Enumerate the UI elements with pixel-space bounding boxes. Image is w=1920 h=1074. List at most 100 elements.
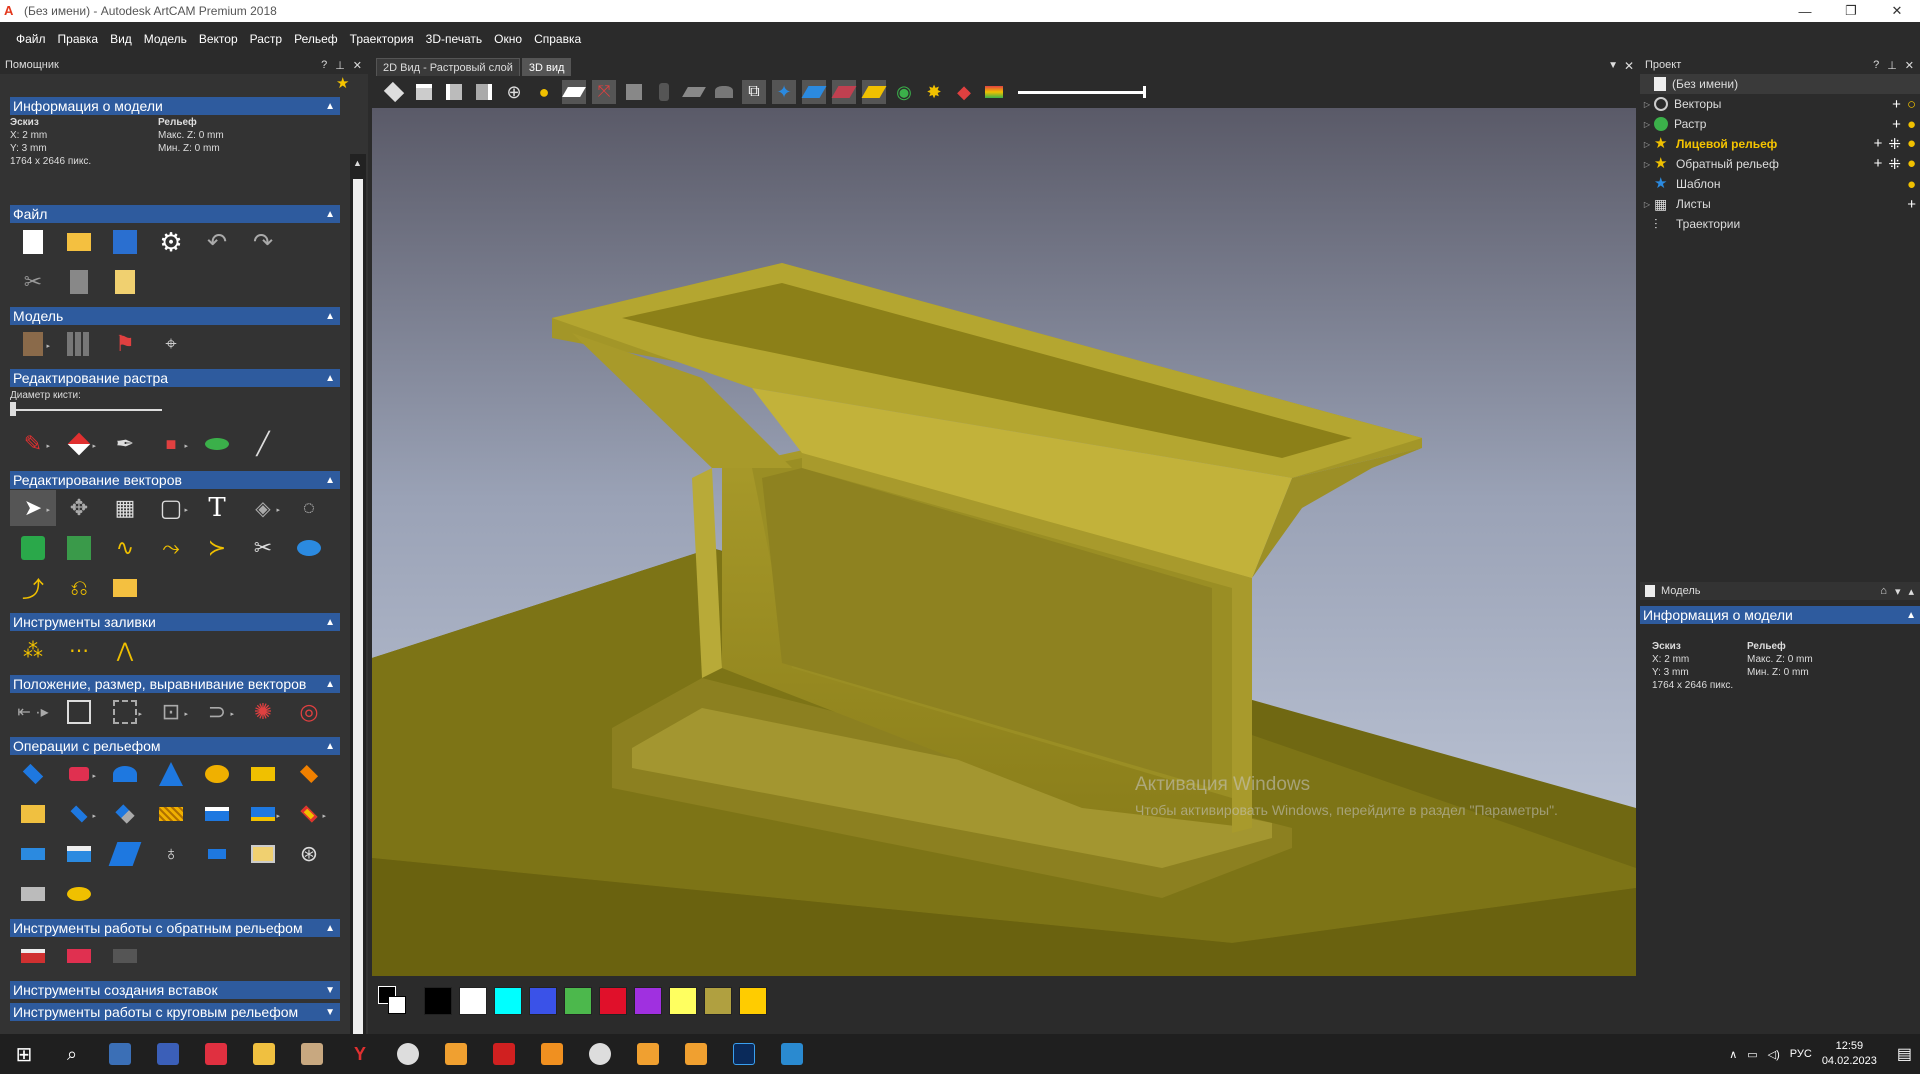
green-shapes-icon[interactable]: ◉ xyxy=(892,80,916,104)
collapse-chevron-icon[interactable]: ▲ xyxy=(325,475,335,486)
maximize-button[interactable]: ❐ xyxy=(1828,0,1874,22)
starburst-icon[interactable]: ✸ xyxy=(922,80,946,104)
collapse-chevron-icon[interactable]: ▲ xyxy=(325,101,335,112)
new-file-icon[interactable] xyxy=(10,224,56,260)
add-icon[interactable]: + xyxy=(1874,155,1883,173)
acrobat-icon[interactable] xyxy=(480,1034,528,1074)
relief-yellow-red-icon[interactable]: ▸ xyxy=(286,796,332,832)
angle-vector-icon[interactable]: ≻ xyxy=(194,530,240,566)
paste-icon[interactable] xyxy=(102,264,148,300)
spiral-icon[interactable]: ⤴ xyxy=(10,570,56,606)
palette-swatch[interactable] xyxy=(424,987,452,1015)
palette-swatch[interactable] xyxy=(599,987,627,1015)
relief-plane-icon[interactable]: ▸ xyxy=(56,796,102,832)
vector-library-icon[interactable] xyxy=(102,570,148,606)
flood-fill-icon[interactable] xyxy=(194,426,240,462)
section-rotary[interactable]: Инструменты работы с круговым рельефом ▼ xyxy=(10,1003,340,1021)
assistant-scrollbar[interactable]: ▲ ▼ xyxy=(350,154,366,1066)
pin-icon[interactable]: ⊥ xyxy=(1887,59,1897,72)
model-grid-icon[interactable] xyxy=(56,326,102,362)
rotate-dashed-icon[interactable]: ✺ xyxy=(240,694,286,730)
bulb-icon[interactable]: ● xyxy=(1907,135,1916,153)
view-top-icon[interactable] xyxy=(472,80,496,104)
menu-vector[interactable]: Вектор xyxy=(199,32,238,46)
red-layer-icon[interactable] xyxy=(831,80,857,104)
file-explorer-icon[interactable] xyxy=(240,1034,288,1074)
section-model-info[interactable]: Информация о модели ▲ xyxy=(10,97,340,115)
red-app-icon[interactable] xyxy=(192,1034,240,1074)
relief-layer-yellow-icon[interactable] xyxy=(240,756,286,792)
node-edit-icon[interactable]: ◈ ▸ xyxy=(240,490,286,526)
palette-swatch[interactable] xyxy=(669,987,697,1015)
gray-plane-icon[interactable] xyxy=(682,80,706,104)
open-folder-icon[interactable] xyxy=(56,224,102,260)
collapse-chevron-icon[interactable]: ▲ xyxy=(325,923,335,934)
relief-stack-icon[interactable] xyxy=(194,796,240,832)
paint-brush-icon[interactable]: ✎ ▸ xyxy=(10,426,56,462)
tree-item-raster[interactable]: ▷ Растр + ● xyxy=(1640,114,1920,134)
menu-3d-print[interactable]: 3D-печать xyxy=(426,32,483,46)
chrome-like-icon[interactable] xyxy=(384,1034,432,1074)
menu-help[interactable]: Справка xyxy=(534,32,581,46)
copy-icon[interactable] xyxy=(56,264,102,300)
select-arrow-icon[interactable]: ➤ ▸ xyxy=(10,490,56,526)
group-icon[interactable]: ▸ xyxy=(102,694,148,730)
smooth-curve-icon[interactable]: ∿ xyxy=(102,530,148,566)
tree-item-vectors[interactable]: ▷ Векторы + ○ xyxy=(1640,94,1920,114)
tree-item-back-relief[interactable]: ▷ ★ Обратный рельеф + ⁜ ● xyxy=(1640,154,1920,174)
redo-icon[interactable]: ↷ xyxy=(240,224,286,260)
menu-toolpath[interactable]: Траектория xyxy=(350,32,414,46)
collapse-chevron-icon[interactable]: ▲ xyxy=(325,617,335,628)
add-icon[interactable]: + xyxy=(1892,116,1901,133)
minimize-button[interactable]: — xyxy=(1782,0,1828,22)
brush-diameter-slider-handle[interactable] xyxy=(10,402,16,416)
photos-icon[interactable] xyxy=(768,1034,816,1074)
relief-diamond-icon[interactable] xyxy=(10,756,56,792)
expand-arrow-icon[interactable]: ▷ xyxy=(1640,100,1654,109)
fill-nodes-icon[interactable]: ⁂ xyxy=(10,632,56,668)
network-icon[interactable]: ▭ xyxy=(1747,1048,1757,1061)
help-icon[interactable]: ? xyxy=(321,59,327,72)
collapse-chevron-icon[interactable]: ▲ xyxy=(325,311,335,322)
artcam-orange-icon[interactable] xyxy=(528,1034,576,1074)
palette-swatch[interactable] xyxy=(564,987,592,1015)
collapse-chevron-icon[interactable]: ▲ xyxy=(325,209,335,220)
clock[interactable]: 12:59 04.02.2023 xyxy=(1822,1039,1877,1069)
notification-icon[interactable]: ▤ xyxy=(1897,1044,1912,1064)
expand-arrow-icon[interactable]: ▷ xyxy=(1640,140,1654,149)
menu-view[interactable]: Вид xyxy=(110,32,132,46)
view-front-icon[interactable] xyxy=(412,80,436,104)
palette-swatch[interactable] xyxy=(739,987,767,1015)
section-back-relief[interactable]: Инструменты работы с обратным рельефом ▲ xyxy=(10,919,340,937)
cut-icon[interactable]: ✂ xyxy=(10,264,56,300)
artcam-taskbar-icon[interactable] xyxy=(144,1034,192,1074)
relief-tilt-icon[interactable] xyxy=(102,836,148,872)
menu-window[interactable]: Окно xyxy=(494,32,522,46)
relief-sheet-icon[interactable] xyxy=(10,836,56,872)
relief-stripes-icon[interactable] xyxy=(148,796,194,832)
vector-grid-green-icon[interactable] xyxy=(56,530,102,566)
favorites-star-icon[interactable]: ★ xyxy=(336,74,349,92)
collapse-chevron-icon[interactable]: ▲ xyxy=(325,741,335,752)
close-icon[interactable]: ✕ xyxy=(1905,59,1914,72)
expand-chevron-icon[interactable]: ▼ xyxy=(325,1007,335,1018)
yellow-material-icon[interactable] xyxy=(861,80,887,104)
grid-icon[interactable]: ⁜ xyxy=(1888,135,1901,153)
p-app-icon[interactable] xyxy=(432,1034,480,1074)
mirror-icon[interactable]: ⎌ xyxy=(56,570,102,606)
eyedropper-icon[interactable]: ✒ xyxy=(102,426,148,462)
home-icon[interactable]: ⌂ xyxy=(1880,585,1887,598)
blue-star-icon[interactable]: ✦ xyxy=(772,80,796,104)
relief-plane-view-icon[interactable] xyxy=(562,80,586,104)
gray-relief-icon[interactable] xyxy=(712,80,736,104)
undo-icon[interactable]: ↶ xyxy=(194,224,240,260)
relief-merge-icon[interactable]: ▸ xyxy=(240,796,286,832)
model-size-icon[interactable]: ▸ xyxy=(10,326,56,362)
section-inserts[interactable]: Инструменты создания вставок ▼ xyxy=(10,981,340,999)
combine-icon[interactable]: ⊡ ▸ xyxy=(148,694,194,730)
align-icon[interactable]: ⇤ ·▸ xyxy=(10,694,56,730)
model-origin-icon[interactable]: ⚑ xyxy=(102,326,148,362)
tab-list-chevron-icon[interactable]: ▼ xyxy=(1608,60,1618,71)
section-file[interactable]: Файл ▲ xyxy=(10,205,340,223)
vector-shape-icon[interactable]: ◌ xyxy=(286,490,332,526)
